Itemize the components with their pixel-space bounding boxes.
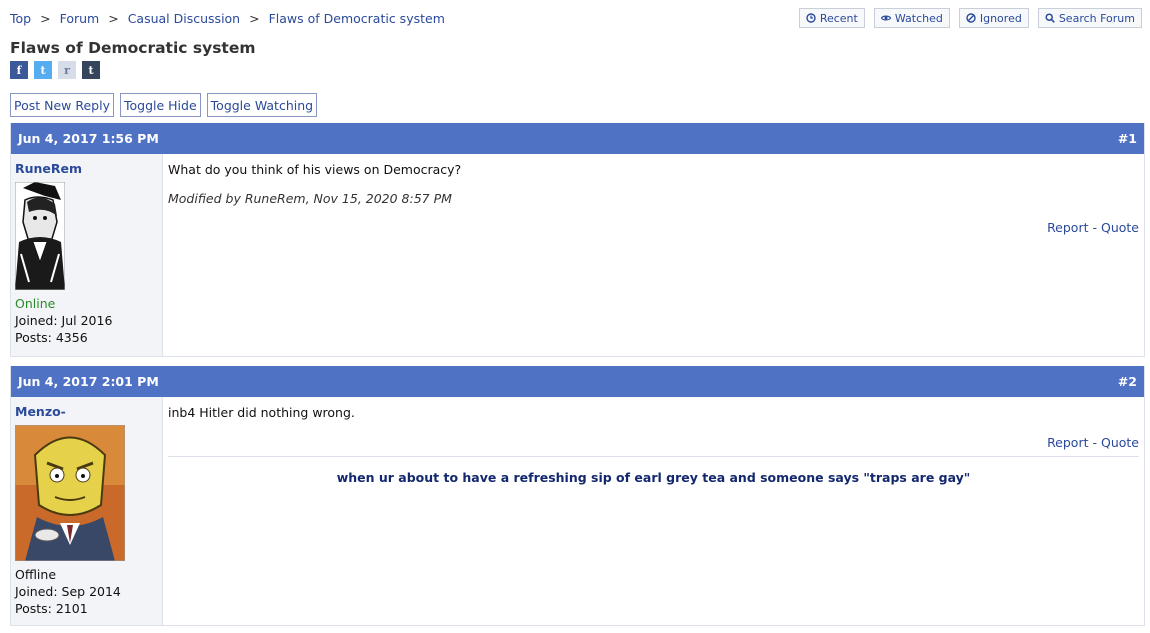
post-new-reply-button[interactable]: Post New Reply [10,93,114,117]
quote-link[interactable]: Quote [1101,220,1139,235]
join-date: Joined: Jul 2016 [15,313,113,328]
offline-status: Offline [15,567,57,582]
link-separator: - [1092,220,1097,235]
page-title: Flaws of Democratic system [10,39,256,57]
post-date: Jun 4, 2017 2:01 PM [18,374,159,389]
quote-link[interactable]: Quote [1101,435,1139,450]
signature-divider [168,456,1139,457]
post-message: What do you think of his views on Democr… [168,162,462,177]
watched-label: Watched [894,11,943,25]
post-links: Report - Quote [168,435,1139,450]
thread-actions: Post New Reply Toggle Hide Toggle Watchi… [10,93,318,117]
eye-icon [880,15,891,21]
ignored-button[interactable]: Ignored [958,8,1029,28]
clock-icon [806,13,816,23]
toggle-hide-button[interactable]: Toggle Hide [119,93,201,117]
breadcrumb: Top > Forum > Casual Discussion > Flaws of Dem… [10,11,445,26]
post-number[interactable]: #2 [1118,374,1137,389]
signature-text: when ur about to have a refreshing sip o… [336,470,971,485]
breadcrumb-thread[interactable]: Flaws of Democratic system [269,11,445,26]
post-date: Jun 4, 2017 1:56 PM [18,131,159,146]
recent-button[interactable]: Recent [798,8,865,28]
toggle-watching-button[interactable]: Toggle Watching [206,93,318,117]
reddit-icon[interactable]: r [58,61,76,79]
avatar[interactable] [15,425,125,561]
post-author-panel: RuneRem Online Joined: Jul 2016 Posts: 4… [11,154,163,356]
breadcrumb-forum[interactable]: Forum [60,11,100,26]
post-header: Jun 4, 2017 2:01 PM #2 [11,366,1144,397]
post-links: Report - Quote [168,220,1139,235]
report-link[interactable]: Report [1047,220,1088,235]
breadcrumb-casual-discussion[interactable]: Casual Discussion [128,11,240,26]
watched-button[interactable]: Watched [873,8,950,28]
join-date: Joined: Sep 2014 [15,584,121,599]
post-count: Posts: 4356 [15,330,88,345]
share-bar: f t r t [10,61,100,79]
post-content: What do you think of his views on Democr… [163,154,1144,356]
modified-note: Modified by RuneRem, Nov 15, 2020 8:57 P… [168,191,452,206]
avatar[interactable] [15,182,65,290]
post-2: Jun 4, 2017 2:01 PM #2 Menzo- Offline Jo… [10,366,1145,626]
facebook-icon[interactable]: f [10,61,28,79]
post-header: Jun 4, 2017 1:56 PM #1 [11,123,1144,154]
username[interactable]: RuneRem [15,161,162,176]
search-forum-button[interactable]: Search Forum [1037,8,1142,28]
search-icon [1045,13,1055,23]
twitter-icon[interactable]: t [34,61,52,79]
ignored-label: Ignored [979,11,1022,25]
post-number[interactable]: #1 [1118,131,1137,146]
breadcrumb-top[interactable]: Top [10,11,31,26]
search-forum-label: Search Forum [1058,11,1135,25]
post-1: Jun 4, 2017 1:56 PM #1 RuneRem Online Jo… [10,123,1145,357]
post-author-panel: Menzo- Offline Joined: Sep 2014 Posts: 2… [11,397,163,625]
ban-icon [966,13,976,23]
link-separator: - [1092,435,1097,450]
report-link[interactable]: Report [1047,435,1088,450]
post-content: inb4 Hitler did nothing wrong. Report - … [163,397,1144,625]
breadcrumb-separator: > [249,11,260,26]
tumblr-icon[interactable]: t [82,61,100,79]
breadcrumb-separator: > [40,11,51,26]
recent-label: Recent [819,11,858,25]
online-status: Online [15,296,56,311]
post-message: inb4 Hitler did nothing wrong. [168,405,355,420]
forum-toolbar: Recent Watched Ignored Search Forum [798,8,1142,28]
breadcrumb-separator: > [108,11,119,26]
username[interactable]: Menzo- [15,404,162,419]
post-count: Posts: 2101 [15,601,88,616]
